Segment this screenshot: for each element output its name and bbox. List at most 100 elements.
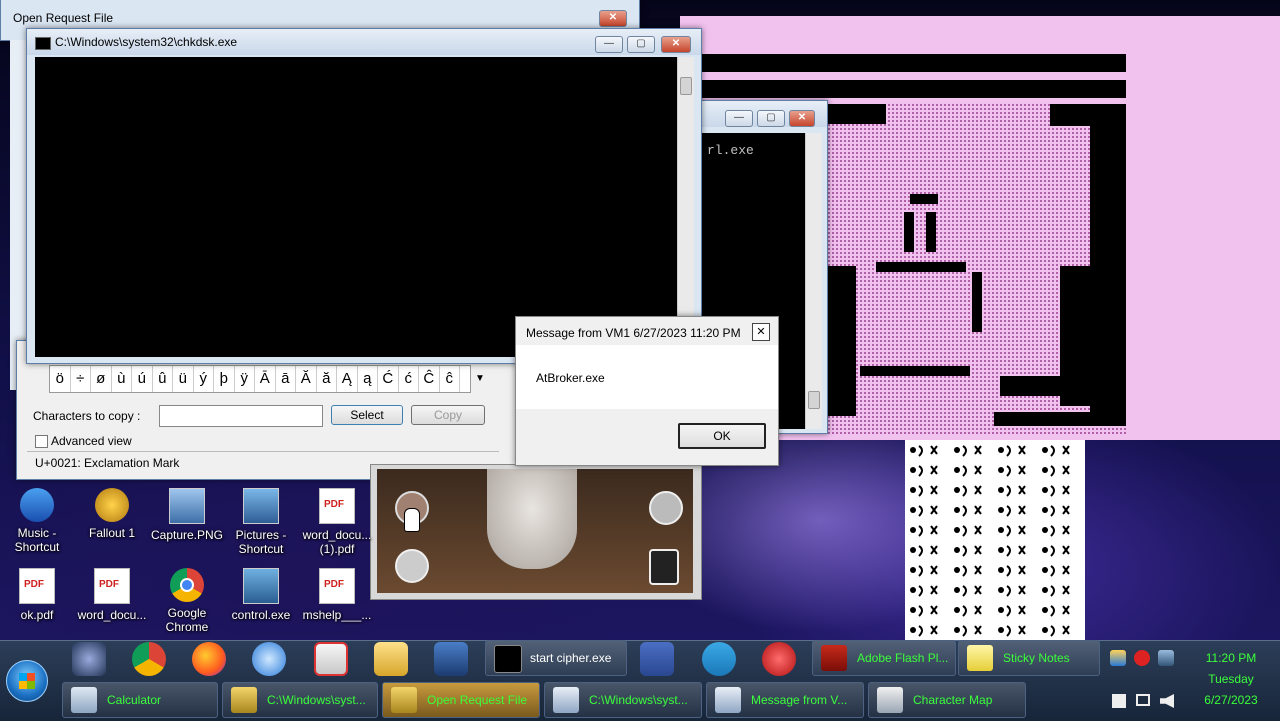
- firefox-icon[interactable]: [192, 642, 226, 676]
- character-cell[interactable]: ā: [276, 366, 296, 392]
- character-cell[interactable]: Ă: [296, 366, 317, 392]
- chrome-taskbar-icon[interactable]: [132, 642, 166, 676]
- scrollbar-thumb[interactable]: [808, 391, 820, 409]
- pdf-icon: PDF: [94, 568, 130, 604]
- talking-cat-window[interactable]: [370, 464, 702, 600]
- flag-icon[interactable]: [1112, 694, 1126, 708]
- character-cell[interactable]: ù: [112, 366, 132, 392]
- phone-icon[interactable]: [649, 549, 679, 585]
- system-tray: [1104, 642, 1180, 718]
- network-icon[interactable]: [72, 642, 106, 676]
- desktop-icon-fallout[interactable]: Fallout 1: [75, 488, 149, 540]
- milk-icon[interactable]: [395, 549, 429, 583]
- folder-icon[interactable]: [374, 642, 408, 676]
- network-error-icon[interactable]: [1134, 650, 1150, 666]
- close-button[interactable]: ✕: [661, 36, 691, 53]
- scrollbar[interactable]: [677, 57, 694, 357]
- desktop-icon-capture-png[interactable]: Capture.PNG: [150, 488, 224, 542]
- character-cell[interactable]: ø: [91, 366, 112, 392]
- taskbar-button-sticky-notes[interactable]: Sticky Notes: [958, 640, 1100, 676]
- character-cell[interactable]: Ć: [378, 366, 399, 392]
- character-cell[interactable]: ü: [173, 366, 194, 392]
- taskbar-button-adobe-flash[interactable]: Adobe Flash Pl...: [812, 640, 956, 676]
- message-body: AtBroker.exe: [516, 345, 778, 409]
- characters-to-copy-input[interactable]: [159, 405, 323, 427]
- taskbar-button-character-map[interactable]: Character Map: [868, 682, 1026, 718]
- scrollbar-thumb[interactable]: [680, 77, 692, 95]
- monitor-icon[interactable]: [1136, 694, 1150, 706]
- ok-button[interactable]: OK: [678, 423, 766, 449]
- console-output[interactable]: [35, 57, 677, 357]
- title-bar[interactable]: C:\Windows\system32\chkdsk.exe — ▢ ✕: [27, 29, 701, 55]
- facebook-download-icon[interactable]: [640, 642, 674, 676]
- pdf-icon: PDF: [319, 568, 355, 604]
- icon-label: Fallout 1: [88, 526, 136, 540]
- taskbar-button-windows-syst-2[interactable]: C:\Windows\syst...: [544, 682, 702, 718]
- character-cell[interactable]: ý: [194, 366, 214, 392]
- character-cell[interactable]: ö: [50, 366, 71, 392]
- desktop-icon-pictures-shortcut[interactable]: Pictures - Shortcut: [224, 488, 298, 556]
- shield-icon[interactable]: [1110, 650, 1126, 666]
- minimize-button[interactable]: —: [595, 36, 623, 53]
- chkdsk-console-window[interactable]: C:\Windows\system32\chkdsk.exe — ▢ ✕: [26, 28, 702, 364]
- taskbar-label: Message from V...: [751, 693, 848, 707]
- character-cell[interactable]: ć: [399, 366, 419, 392]
- taskbar-button-cipher[interactable]: start cipher.exe: [485, 640, 627, 676]
- desktop-icon-control-exe[interactable]: control.exe: [224, 568, 298, 622]
- maximize-button[interactable]: ▢: [627, 36, 655, 53]
- windows-logo-icon: [19, 673, 35, 689]
- character-grid[interactable]: ö ÷ ø ù ú û ü ý þ ÿ Āā Ăă Ąą Ćć Ĉĉ: [49, 365, 471, 393]
- character-cell[interactable]: ú: [132, 366, 153, 392]
- title-bar[interactable]: — ▢ ✕: [691, 101, 827, 127]
- close-button[interactable]: ✕: [789, 110, 815, 127]
- pictures-icon: [243, 488, 279, 524]
- character-cell[interactable]: þ: [214, 366, 235, 392]
- taskbar-label: Character Map: [913, 693, 993, 707]
- clock[interactable]: 11:20 PM Tuesday 6/27/2023: [1186, 648, 1276, 711]
- taskbar-button-calculator[interactable]: Calculator: [62, 682, 218, 718]
- settings-icon[interactable]: [1158, 650, 1174, 666]
- safari-icon[interactable]: [252, 642, 286, 676]
- minimize-button[interactable]: —: [725, 110, 753, 127]
- app-red-icon[interactable]: [314, 642, 348, 676]
- start-button[interactable]: [6, 660, 48, 702]
- desktop-icon-google-chrome[interactable]: Google Chrome: [150, 568, 224, 634]
- grid-scroll-down-icon[interactable]: ▼: [475, 373, 485, 384]
- keys-icon: [391, 687, 417, 713]
- lips-app-icon[interactable]: [762, 642, 796, 676]
- icon-label: word_docu... (1).pdf: [302, 528, 372, 556]
- maximize-button[interactable]: ▢: [757, 110, 785, 127]
- desktop-icon-ok-pdf[interactable]: PDF ok.pdf: [0, 568, 74, 622]
- desktop-icon-mshelp[interactable]: PDF mshelp___...: [300, 568, 374, 622]
- advanced-view-checkbox[interactable]: [35, 435, 48, 448]
- advanced-view-label[interactable]: Advanced view: [51, 434, 132, 448]
- message-dialog[interactable]: Message from VM1 6/27/2023 11:20 PM ✕ At…: [515, 316, 779, 466]
- character-cell[interactable]: Ą: [337, 366, 358, 392]
- select-button[interactable]: Select: [331, 405, 403, 425]
- character-cell[interactable]: ą: [358, 366, 378, 392]
- icon-label: ok.pdf: [20, 608, 54, 622]
- desktop-icon-music-shortcut[interactable]: Music - Shortcut: [0, 488, 74, 554]
- volume-icon[interactable]: [1160, 694, 1174, 708]
- close-button[interactable]: ✕: [599, 10, 627, 27]
- character-cell[interactable]: Ĉ: [419, 366, 440, 392]
- cymbal-icon[interactable]: [649, 491, 683, 525]
- taskbar-button-message-from[interactable]: Message from V...: [706, 682, 864, 718]
- telegram-icon[interactable]: [702, 642, 736, 676]
- taskbar-button-windows-syst-1[interactable]: C:\Windows\syst...: [222, 682, 378, 718]
- cat-scene[interactable]: [377, 469, 693, 593]
- city-app-icon[interactable]: [434, 642, 468, 676]
- character-cell[interactable]: ÷: [71, 366, 91, 392]
- desktop-icon-word-doc-pdf[interactable]: PDF word_docu...: [75, 568, 149, 622]
- character-cell[interactable]: ÿ: [235, 366, 255, 392]
- scrollbar[interactable]: [805, 133, 822, 429]
- close-button[interactable]: ✕: [752, 323, 770, 341]
- character-cell[interactable]: û: [153, 366, 173, 392]
- character-cell[interactable]: ă: [317, 366, 337, 392]
- desktop-icon-word-doc-1-pdf[interactable]: PDF word_docu... (1).pdf: [300, 488, 374, 556]
- taskbar-button-open-request-file[interactable]: Open Request File: [382, 682, 540, 718]
- character-cell[interactable]: Ā: [255, 366, 276, 392]
- copy-button[interactable]: Copy: [411, 405, 485, 425]
- title-bar[interactable]: Message from VM1 6/27/2023 11:20 PM ✕: [516, 317, 778, 345]
- character-cell[interactable]: ĉ: [440, 366, 460, 392]
